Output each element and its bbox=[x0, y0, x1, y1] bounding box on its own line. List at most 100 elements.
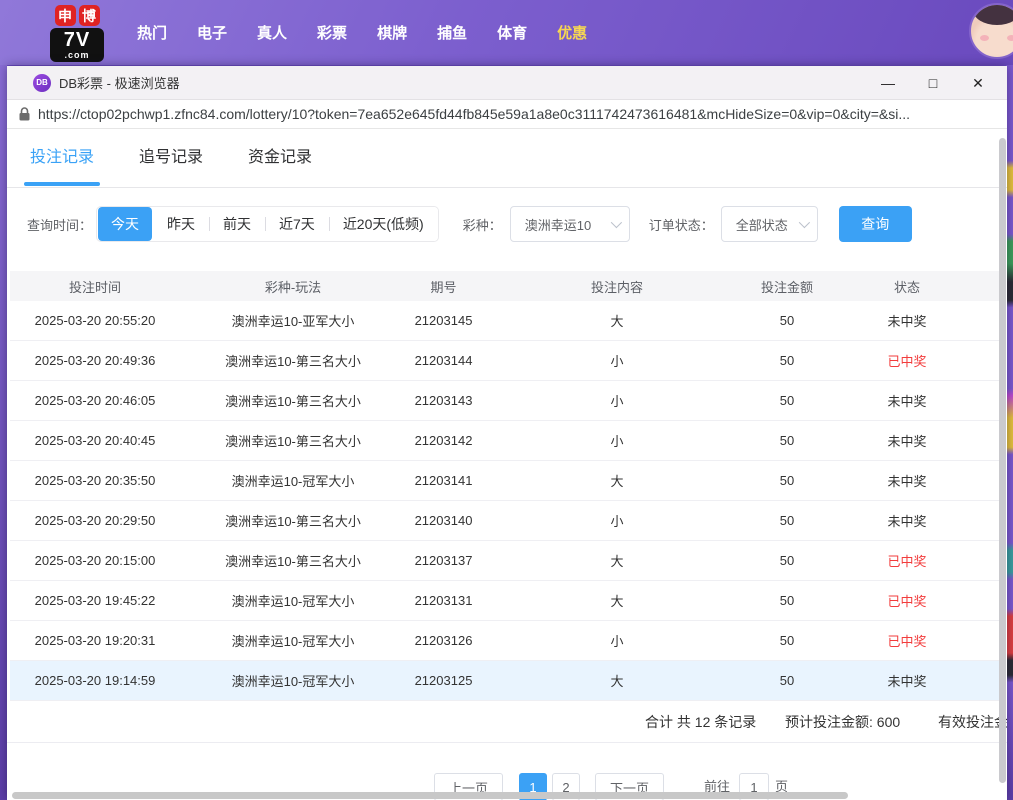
lottery-select-value: 澳洲幸运10 bbox=[525, 215, 591, 234]
table-cell: 大 bbox=[481, 591, 753, 610]
table-row[interactable]: 2025-03-20 20:40:45澳洲幸运10-第三名大小21203142小… bbox=[10, 421, 1000, 461]
logo-text: 7V bbox=[50, 30, 104, 50]
lock-icon bbox=[19, 107, 30, 121]
table-cell: 澳洲幸运10-第三名大小 bbox=[180, 391, 406, 410]
table-cell: 小 bbox=[481, 631, 753, 650]
table-cell: 50 bbox=[753, 393, 821, 408]
active-tab-underline bbox=[24, 182, 100, 186]
table-cell: 50 bbox=[753, 433, 821, 448]
table-cell: 21203144 bbox=[406, 353, 481, 368]
site-logo[interactable]: 申 博 7V .com bbox=[50, 5, 104, 62]
table-cell: 澳洲幸运10-冠军大小 bbox=[180, 671, 406, 690]
close-button[interactable]: ✕ bbox=[969, 74, 987, 92]
table-cell: 50 bbox=[753, 313, 821, 328]
table-cell: 未中奖 bbox=[821, 471, 993, 490]
browser-favicon-icon: DB bbox=[33, 74, 51, 92]
time-range-group: 今天昨天前天近7天近20天(低频) bbox=[96, 206, 439, 242]
time-option[interactable]: 昨天 bbox=[153, 207, 209, 241]
table-cell: 2025-03-20 20:49:36 bbox=[10, 353, 180, 368]
logo-badges: 申 博 bbox=[55, 5, 100, 26]
tab-item[interactable]: 资金记录 bbox=[248, 130, 312, 188]
horizontal-scrollbar[interactable] bbox=[12, 792, 848, 799]
table-row[interactable]: 2025-03-20 19:45:22澳洲幸运10-冠军大小21203131大5… bbox=[10, 581, 1000, 621]
address-bar[interactable]: https://ctop02pchwp1.zfnc84.com/lottery/… bbox=[7, 100, 1007, 129]
table-cell: 21203125 bbox=[406, 673, 481, 688]
logo-domain-text: .com bbox=[50, 51, 104, 60]
nav-item[interactable]: 捕鱼 bbox=[422, 12, 482, 53]
table-cell: 大 bbox=[481, 671, 753, 690]
summary-expected-amount: 预计投注金额: 600 bbox=[785, 701, 900, 743]
nav-item[interactable]: 体育 bbox=[482, 12, 542, 53]
time-option[interactable]: 前天 bbox=[209, 207, 265, 241]
nav-item[interactable]: 热门 bbox=[122, 12, 182, 53]
order-status-select-value: 全部状态 bbox=[736, 215, 788, 234]
order-status-select[interactable]: 全部状态 bbox=[721, 206, 818, 242]
search-button[interactable]: 查询 bbox=[839, 206, 912, 242]
table-row[interactable]: 2025-03-20 19:20:31澳洲幸运10-冠军大小21203126小5… bbox=[10, 621, 1000, 661]
table-row[interactable]: 2025-03-20 20:49:36澳洲幸运10-第三名大小21203144小… bbox=[10, 341, 1000, 381]
time-option[interactable]: 近7天 bbox=[265, 207, 329, 241]
nav-item[interactable]: 真人 bbox=[242, 12, 302, 53]
table-cell: 2025-03-20 20:46:05 bbox=[10, 393, 180, 408]
table-cell: 澳洲幸运10-冠军大小 bbox=[180, 591, 406, 610]
table-row[interactable]: 2025-03-20 19:14:59澳洲幸运10-冠军大小21203125大5… bbox=[10, 661, 1000, 701]
table-cell: 21203140 bbox=[406, 513, 481, 528]
table-header-row: 投注时间彩种-玩法期号投注内容投注金额状态 bbox=[10, 271, 1000, 301]
table-cell: 21203126 bbox=[406, 633, 481, 648]
table-cell: 小 bbox=[481, 391, 753, 410]
table-cell: 50 bbox=[753, 593, 821, 608]
lottery-select[interactable]: 澳洲幸运10 bbox=[510, 206, 630, 242]
table-row[interactable]: 2025-03-20 20:35:50澳洲幸运10-冠军大小21203141大5… bbox=[10, 461, 1000, 501]
table-cell: 2025-03-20 20:35:50 bbox=[10, 473, 180, 488]
logo-badge-icon: 博 bbox=[79, 5, 100, 26]
nav-item[interactable]: 优惠 bbox=[542, 12, 602, 53]
site-nav-menu: 热门电子真人彩票棋牌捕鱼体育优惠 bbox=[122, 12, 602, 53]
table-cell: 澳洲幸运10-冠军大小 bbox=[180, 631, 406, 650]
nav-item[interactable]: 电子 bbox=[182, 12, 242, 53]
url-text: https://ctop02pchwp1.zfnc84.com/lottery/… bbox=[38, 106, 910, 122]
table-cell: 小 bbox=[481, 351, 753, 370]
table-cell: 2025-03-20 19:14:59 bbox=[10, 673, 180, 688]
table-cell: 50 bbox=[753, 513, 821, 528]
table-cell: 澳洲幸运10-第三名大小 bbox=[180, 511, 406, 530]
table-cell: 2025-03-20 20:40:45 bbox=[10, 433, 180, 448]
tab-item[interactable]: 追号记录 bbox=[139, 130, 203, 188]
time-option[interactable]: 近20天(低频) bbox=[329, 207, 438, 241]
summary-total-records: 合计 共 12 条记录 bbox=[645, 701, 756, 743]
minimize-button[interactable]: — bbox=[879, 74, 897, 92]
time-filter-label: 查询时间： bbox=[27, 215, 92, 234]
table-cell: 未中奖 bbox=[821, 431, 993, 450]
column-header: 投注金额 bbox=[753, 277, 821, 296]
tab-active[interactable]: 投注记录 bbox=[30, 130, 94, 188]
table-row[interactable]: 2025-03-20 20:46:05澳洲幸运10-第三名大小21203143小… bbox=[10, 381, 1000, 421]
lottery-filter-label: 彩种： bbox=[463, 215, 502, 234]
browser-window: DB DB彩票 - 极速浏览器 — □ ✕ https://ctop02pchw… bbox=[7, 66, 1007, 800]
table-cell: 21203143 bbox=[406, 393, 481, 408]
vertical-scrollbar[interactable] bbox=[999, 138, 1006, 783]
logo-badge-icon: 申 bbox=[55, 5, 76, 26]
table-cell: 未中奖 bbox=[821, 311, 993, 330]
page-content: 投注记录追号记录资金记录 查询时间： 今天昨天前天近7天近20天(低频) 彩种：… bbox=[7, 130, 1007, 800]
table-row[interactable]: 2025-03-20 20:55:20澳洲幸运10-亚军大小21203145大5… bbox=[10, 301, 1000, 341]
table-cell: 21203141 bbox=[406, 473, 481, 488]
nav-item[interactable]: 彩票 bbox=[302, 12, 362, 53]
column-header: 彩种-玩法 bbox=[180, 277, 406, 296]
table-cell: 澳洲幸运10-第三名大小 bbox=[180, 351, 406, 370]
table-cell: 2025-03-20 20:15:00 bbox=[10, 553, 180, 568]
table-cell: 21203137 bbox=[406, 553, 481, 568]
table-cell: 已中奖 bbox=[821, 351, 993, 370]
table-cell: 小 bbox=[481, 511, 753, 530]
table-cell: 2025-03-20 19:20:31 bbox=[10, 633, 180, 648]
table-row[interactable]: 2025-03-20 20:15:00澳洲幸运10-第三名大小21203137大… bbox=[10, 541, 1000, 581]
site-top-nav: 申 博 7V .com 热门电子真人彩票棋牌捕鱼体育优惠 bbox=[0, 0, 1013, 65]
time-option[interactable]: 今天 bbox=[98, 207, 152, 241]
maximize-button[interactable]: □ bbox=[924, 74, 942, 92]
page-background-right-strip bbox=[1006, 65, 1013, 800]
order-status-filter-label: 订单状态： bbox=[649, 215, 714, 234]
table-cell: 大 bbox=[481, 471, 753, 490]
nav-item[interactable]: 棋牌 bbox=[362, 12, 422, 53]
table-row[interactable]: 2025-03-20 20:29:50澳洲幸运10-第三名大小21203140小… bbox=[10, 501, 1000, 541]
user-avatar[interactable] bbox=[969, 3, 1013, 59]
summary-row: 合计 共 12 条记录 预计投注金额: 600 有效投注金额 bbox=[7, 701, 1007, 743]
record-tabs: 投注记录追号记录资金记录 bbox=[7, 130, 1007, 188]
